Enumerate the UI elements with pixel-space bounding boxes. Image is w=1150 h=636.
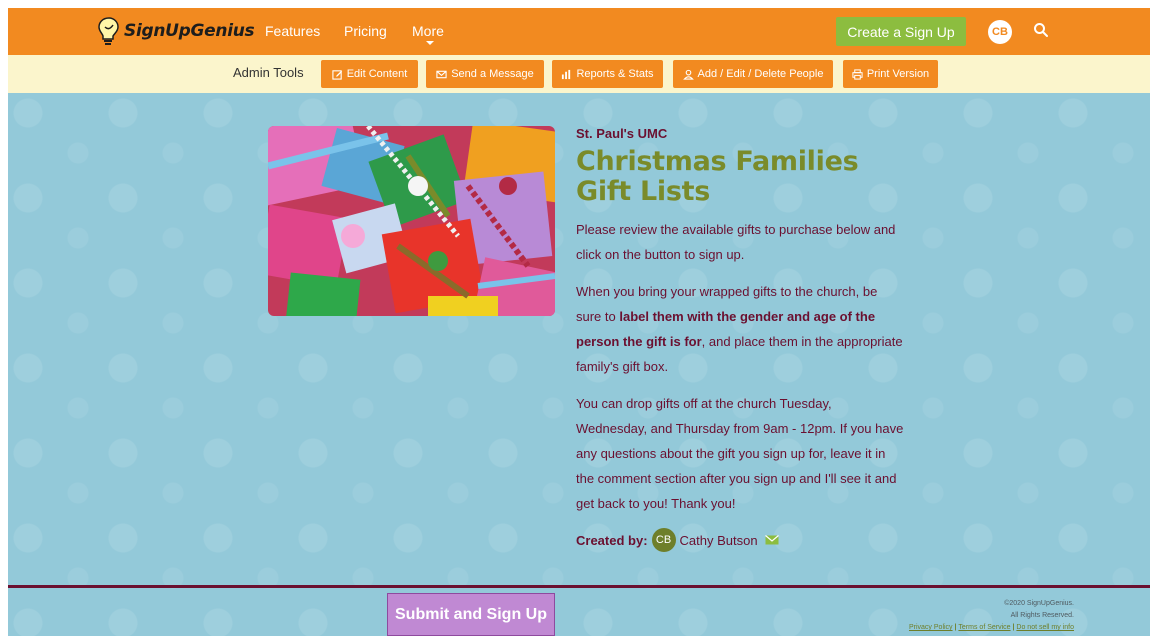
title-line-1: Christmas Families (576, 146, 859, 177)
user-avatar[interactable]: CB (988, 20, 1012, 44)
edit-icon (332, 69, 342, 80)
admin-tools-label: Admin Tools (233, 65, 304, 80)
signup-info: St. Paul's UMC Christmas Families Gift L… (576, 126, 906, 552)
chevron-down-icon (426, 41, 434, 45)
privacy-policy-link[interactable]: Privacy Policy (909, 624, 953, 631)
nav-more[interactable]: More (412, 23, 444, 39)
do-not-sell-link[interactable]: Do not sell my info (1016, 624, 1074, 631)
email-creator-icon[interactable] (764, 535, 779, 545)
title-line-2: Gift Lists (576, 176, 710, 207)
envelope-icon (436, 70, 447, 78)
top-nav: SignUpGenius Features Pricing More Creat… (8, 8, 1150, 55)
admin-tools-bar: Admin Tools Edit Content Send a Message … (8, 55, 1150, 93)
footer-divider (8, 585, 1150, 588)
signup-image (268, 126, 555, 316)
creator-name: Cathy Butson (679, 532, 758, 548)
footer-links: Privacy Policy | Terms of Service | Do n… (909, 622, 1074, 634)
edit-content-button[interactable]: Edit Content (321, 60, 418, 88)
description-paragraph-1: Please review the available gifts to pur… (576, 222, 896, 262)
terms-link[interactable]: Terms of Service (958, 624, 1010, 631)
send-message-label: Send a Message (451, 68, 534, 80)
print-version-label: Print Version (866, 68, 930, 80)
chart-icon (562, 69, 571, 79)
creator-avatar: CB (651, 528, 676, 552)
created-by-label: Created by: (576, 532, 648, 548)
search-icon[interactable] (1033, 22, 1049, 38)
printer-icon (852, 68, 863, 80)
page: SignUpGenius Features Pricing More Creat… (8, 8, 1150, 636)
footer-legal: ©2020 SignUpGenius. All Rights Reserved.… (909, 598, 1074, 634)
page-title: Christmas Families Gift Lists (576, 147, 906, 207)
send-message-button[interactable]: Send a Message (426, 60, 544, 88)
print-version-button[interactable]: Print Version (843, 60, 938, 88)
description-paragraph-2: When you bring your wrapped gifts to the… (576, 279, 906, 379)
rights-reserved: All Rights Reserved. (1010, 612, 1074, 619)
submit-signup-button[interactable]: Submit and Sign Up (387, 593, 555, 636)
nav-features[interactable]: Features (265, 23, 320, 39)
nav-pricing[interactable]: Pricing (344, 23, 387, 39)
manage-people-label: Add / Edit / Delete People (697, 68, 824, 80)
logo-text: SignUpGenius (124, 21, 255, 41)
reports-stats-button[interactable]: Reports & Stats (552, 60, 663, 88)
create-signup-button[interactable]: Create a Sign Up (836, 17, 966, 46)
lightbulb-icon (98, 17, 119, 45)
copyright: ©2020 SignUpGenius. (1004, 600, 1074, 607)
reports-stats-label: Reports & Stats (576, 68, 654, 80)
manage-people-button[interactable]: Add / Edit / Delete People (673, 60, 833, 88)
person-icon (682, 69, 694, 80)
organization-name: St. Paul's UMC (576, 126, 668, 141)
gift-boxes-image (268, 126, 555, 316)
logo[interactable]: SignUpGenius (96, 16, 255, 46)
edit-content-label: Edit Content (346, 68, 408, 80)
description-paragraph-3: You can drop gifts off at the church Tue… (576, 396, 904, 511)
created-by: Created by: CB Cathy Butson (576, 528, 906, 552)
